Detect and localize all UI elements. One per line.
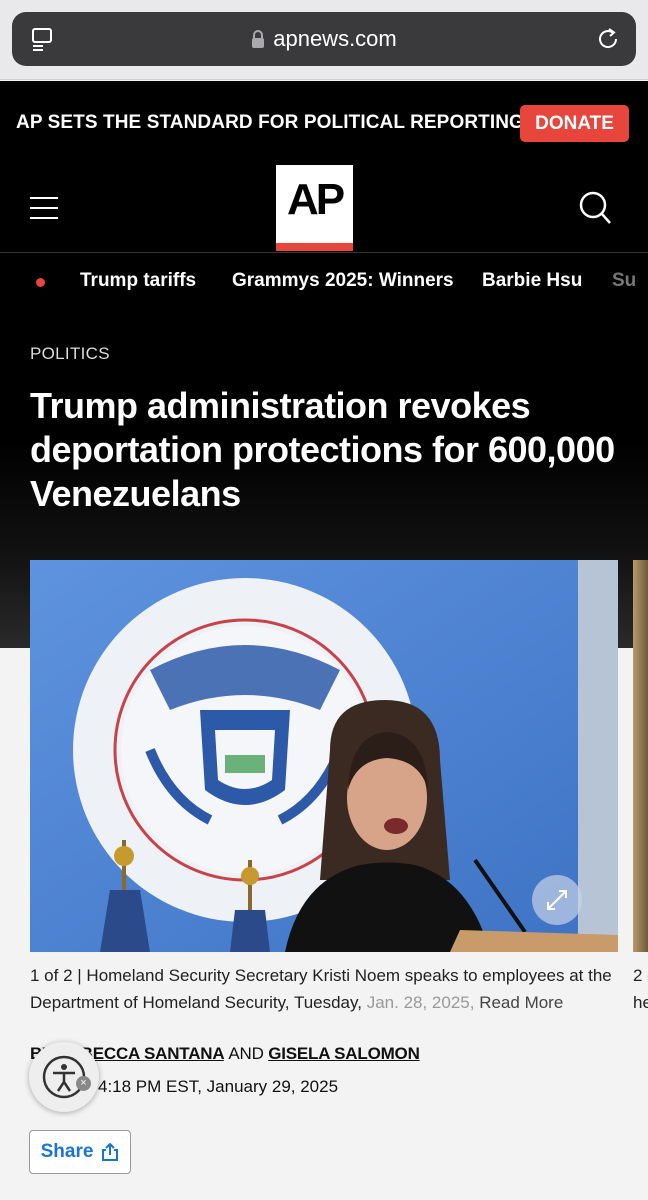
hamburger-menu-icon[interactable] [30, 197, 58, 219]
caption-counter: 1 of 2 | [30, 966, 82, 985]
next-caption-peek: 2 o he [633, 966, 648, 1012]
search-icon[interactable] [578, 190, 612, 226]
trending-item[interactable]: Trump tariffs [80, 270, 196, 292]
byline-and: AND [228, 1044, 264, 1063]
expand-icon[interactable] [532, 875, 582, 925]
url-text: apnews.com [273, 26, 397, 51]
ap-logo[interactable]: AP [276, 165, 353, 251]
share-label: Share [40, 1141, 94, 1162]
timestamp: 4:18 PM EST, January 29, 2025 [98, 1077, 339, 1096]
address-bar[interactable]: apnews.com [12, 12, 636, 66]
live-indicator [36, 278, 45, 287]
trending-item[interactable]: Grammys 2025: Winners [232, 270, 454, 292]
promo-banner-text: AP SETS THE STANDARD FOR POLITICAL REPOR… [16, 112, 530, 133]
trending-bar: Trump tariffs Grammys 2025: Winners Barb… [0, 253, 648, 311]
next-photo-peek[interactable] [633, 560, 648, 952]
caption-faded-text: Jan. 28, 2025, [361, 993, 475, 1012]
article-photo[interactable] [30, 560, 618, 952]
donate-button[interactable]: DONATE [520, 105, 629, 142]
share-button[interactable]: Share [29, 1130, 131, 1174]
read-more-link[interactable]: Read More [479, 993, 563, 1012]
section-label[interactable]: POLITICS [30, 344, 110, 364]
browser-toolbar: apnews.com [0, 0, 648, 80]
lock-icon [252, 30, 265, 48]
close-icon[interactable]: × [76, 1076, 91, 1091]
trending-item[interactable]: Su [612, 270, 636, 292]
article-headline: Trump administration revokes deportation… [30, 385, 615, 514]
photo-illustration [30, 560, 618, 952]
author-link[interactable]: GISELA SALOMON [268, 1044, 420, 1063]
trending-item[interactable]: Barbie Hsu [482, 270, 582, 292]
reload-icon[interactable] [596, 26, 622, 52]
photo-caption: 1 of 2 | Homeland Security Secretary Kri… [30, 962, 620, 1016]
logo-text: AP [286, 175, 345, 224]
share-icon [102, 1143, 119, 1161]
